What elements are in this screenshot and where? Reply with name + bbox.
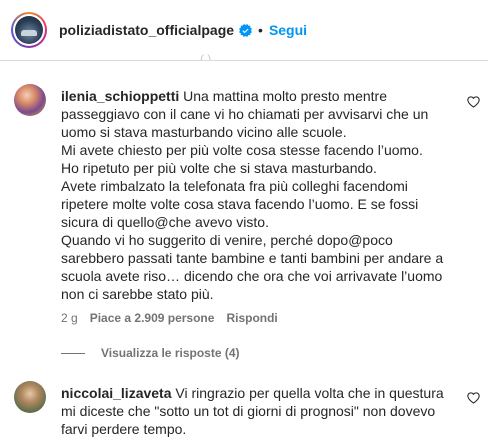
account-avatar[interactable]	[11, 12, 47, 48]
view-replies-label: Visualizza le risposte (4)	[101, 346, 240, 360]
reply-button[interactable]: Rispondi	[226, 311, 277, 325]
commenter-avatar[interactable]	[14, 381, 46, 413]
clipped-previous-text: ( )	[200, 53, 212, 60]
account-username[interactable]: poliziadistato_officialpage	[59, 22, 234, 38]
comment-text: Una mattina molto presto mentre passeggi…	[61, 88, 444, 302]
follow-button[interactable]: Segui	[269, 22, 307, 38]
comment-body: niccolai_lizaveta Vi ringrazio per quell…	[61, 384, 457, 438]
verified-badge-icon	[239, 23, 253, 37]
likes-count-link[interactable]: Piace a 2.909 persone	[90, 311, 215, 325]
like-heart-icon[interactable]	[467, 392, 480, 404]
replies-line	[61, 352, 85, 354]
view-replies-button[interactable]: Visualizza le risposte (4)	[61, 346, 240, 360]
avatar-inner	[13, 14, 45, 46]
avatar-image	[15, 16, 43, 44]
comment-body: ilenia_schioppetti Una mattina molto pre…	[61, 87, 457, 303]
comment-time: 2 g	[61, 311, 78, 325]
commenter-avatar[interactable]	[14, 84, 46, 116]
like-heart-icon[interactable]	[467, 96, 480, 108]
comment-meta: 2 g Piace a 2.909 persone Rispondi	[61, 311, 278, 325]
post-header: poliziadistato_officialpage • Segui	[0, 0, 488, 60]
header-separator: •	[258, 22, 263, 38]
commenter-username[interactable]: niccolai_lizaveta	[61, 385, 172, 401]
header-divider	[0, 60, 488, 61]
commenter-username[interactable]: ilenia_schioppetti	[61, 88, 179, 104]
